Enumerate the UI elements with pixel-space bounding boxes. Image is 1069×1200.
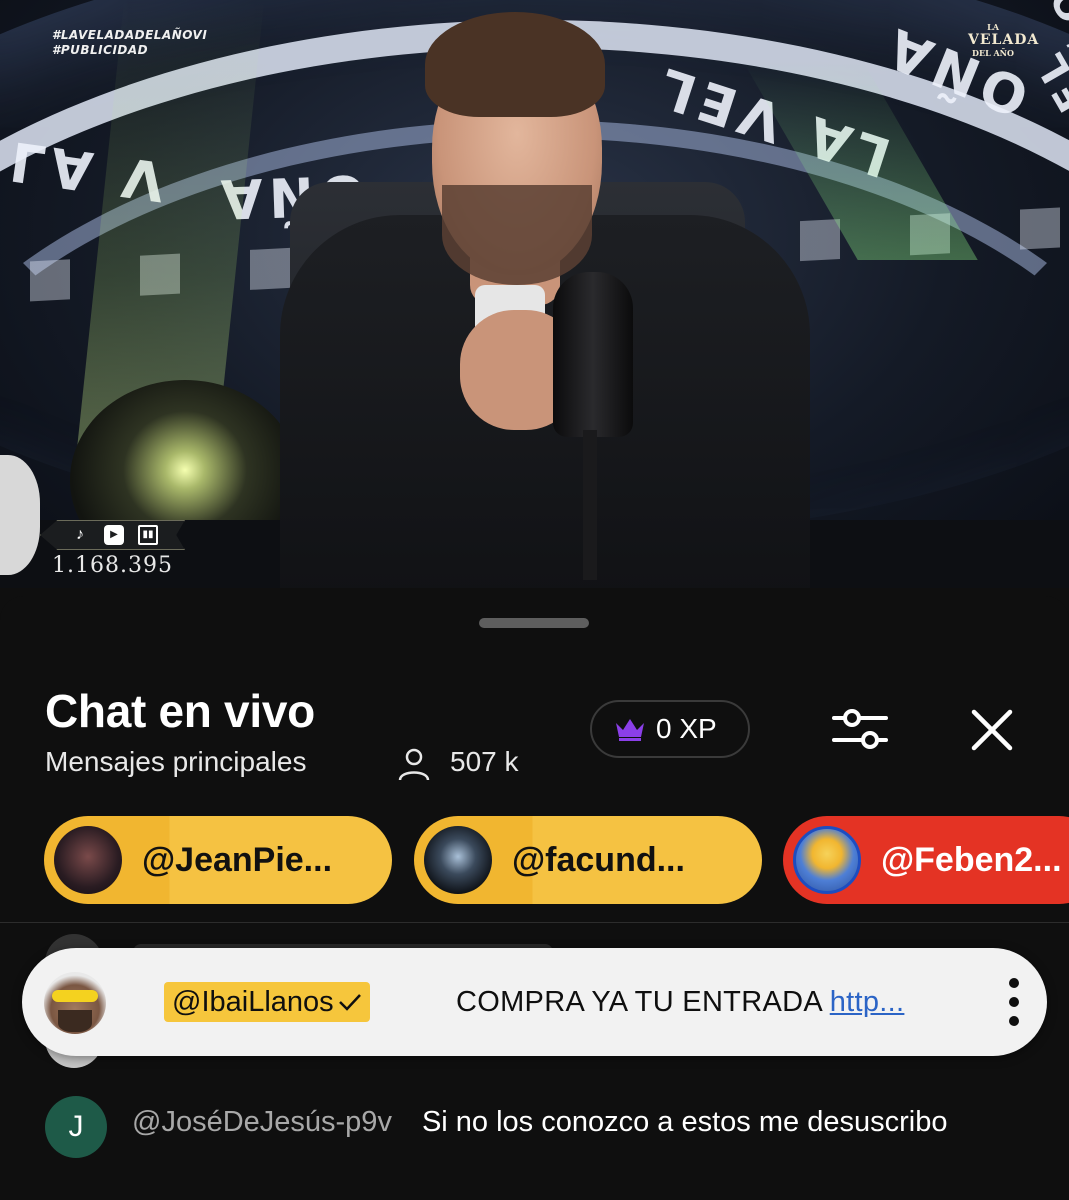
person-icon <box>398 748 430 781</box>
donor-chip[interactable]: @facund... <box>414 816 762 904</box>
youtube-icon: ▶ <box>104 525 124 545</box>
crown-icon <box>616 719 644 741</box>
message-author[interactable]: @JoséDeJesús-p9v <box>132 1106 392 1138</box>
message-text: Si no los conozco a estos me desuscribo <box>421 1106 948 1138</box>
hashtag-ad: #PUBLICIDAD <box>52 43 149 57</box>
avatar <box>44 972 106 1034</box>
streamer-beard <box>442 185 592 285</box>
donor-chip[interactable]: @JeanPie... <box>44 816 392 904</box>
avatar <box>793 826 861 894</box>
pinned-text: COMPRA YA TU ENTRADA http... <box>456 986 905 1018</box>
owner-badge[interactable]: @IbaiLlanos <box>164 982 370 1022</box>
microphone <box>553 272 633 437</box>
donor-name: @facund... <box>512 840 685 879</box>
twitch-icon: ▮▮ <box>138 525 158 545</box>
tiktok-icon: ♪ <box>76 526 84 543</box>
avatar <box>54 826 122 894</box>
xp-button[interactable]: 0 XP <box>590 700 750 758</box>
pinned-link[interactable]: http... <box>830 986 905 1018</box>
video-player[interactable]: LA V OÑA LA VEL OÑA EL AÑO #LAVELADADELA… <box>0 0 1069 588</box>
close-icon[interactable] <box>968 706 1016 754</box>
hashtag-main: #LAVELADADELAÑOVI <box>52 28 208 42</box>
xp-label: 0 XP <box>656 713 717 744</box>
pinned-message[interactable]: @IbaiLlanos COMPRA YA TU ENTRADA http... <box>22 948 1047 1056</box>
filter-icon[interactable] <box>832 704 888 754</box>
more-options-icon[interactable] <box>994 974 1034 1030</box>
avatar <box>424 826 492 894</box>
donor-chip[interactable]: @Feben2... <box>783 816 1069 904</box>
stream-viewer-count: 1.168.395 <box>52 553 173 578</box>
avatar: J <box>45 1096 107 1158</box>
chat-mode-selector[interactable]: Mensajes principales <box>45 746 306 778</box>
drag-handle[interactable] <box>479 618 589 628</box>
verified-check-icon <box>338 994 361 1011</box>
microphone-stand <box>583 430 597 580</box>
donor-name: @JeanPie... <box>142 840 333 879</box>
divider <box>0 922 1069 923</box>
hashtag-overlay: #LAVELADADELAÑOVI #PUBLICIDAD <box>52 28 207 58</box>
live-chat-panel: Chat en vivo Mensajes principales 507 k … <box>0 596 1069 1200</box>
chat-title: Chat en vivo <box>45 685 315 737</box>
pinned-author: @IbaiLlanos <box>172 985 334 1018</box>
event-logo: LA VELADA DEL AÑO <box>968 22 1040 58</box>
donor-name: @Feben2... <box>881 840 1062 879</box>
streamer-hair <box>425 12 605 117</box>
viewer-badge: ♪ ▶ ▮▮ <box>40 520 185 550</box>
top-donors-strip: @JeanPie... @facund... @Feben2... <box>0 816 1069 906</box>
viewer-count: 507 k <box>450 746 519 777</box>
